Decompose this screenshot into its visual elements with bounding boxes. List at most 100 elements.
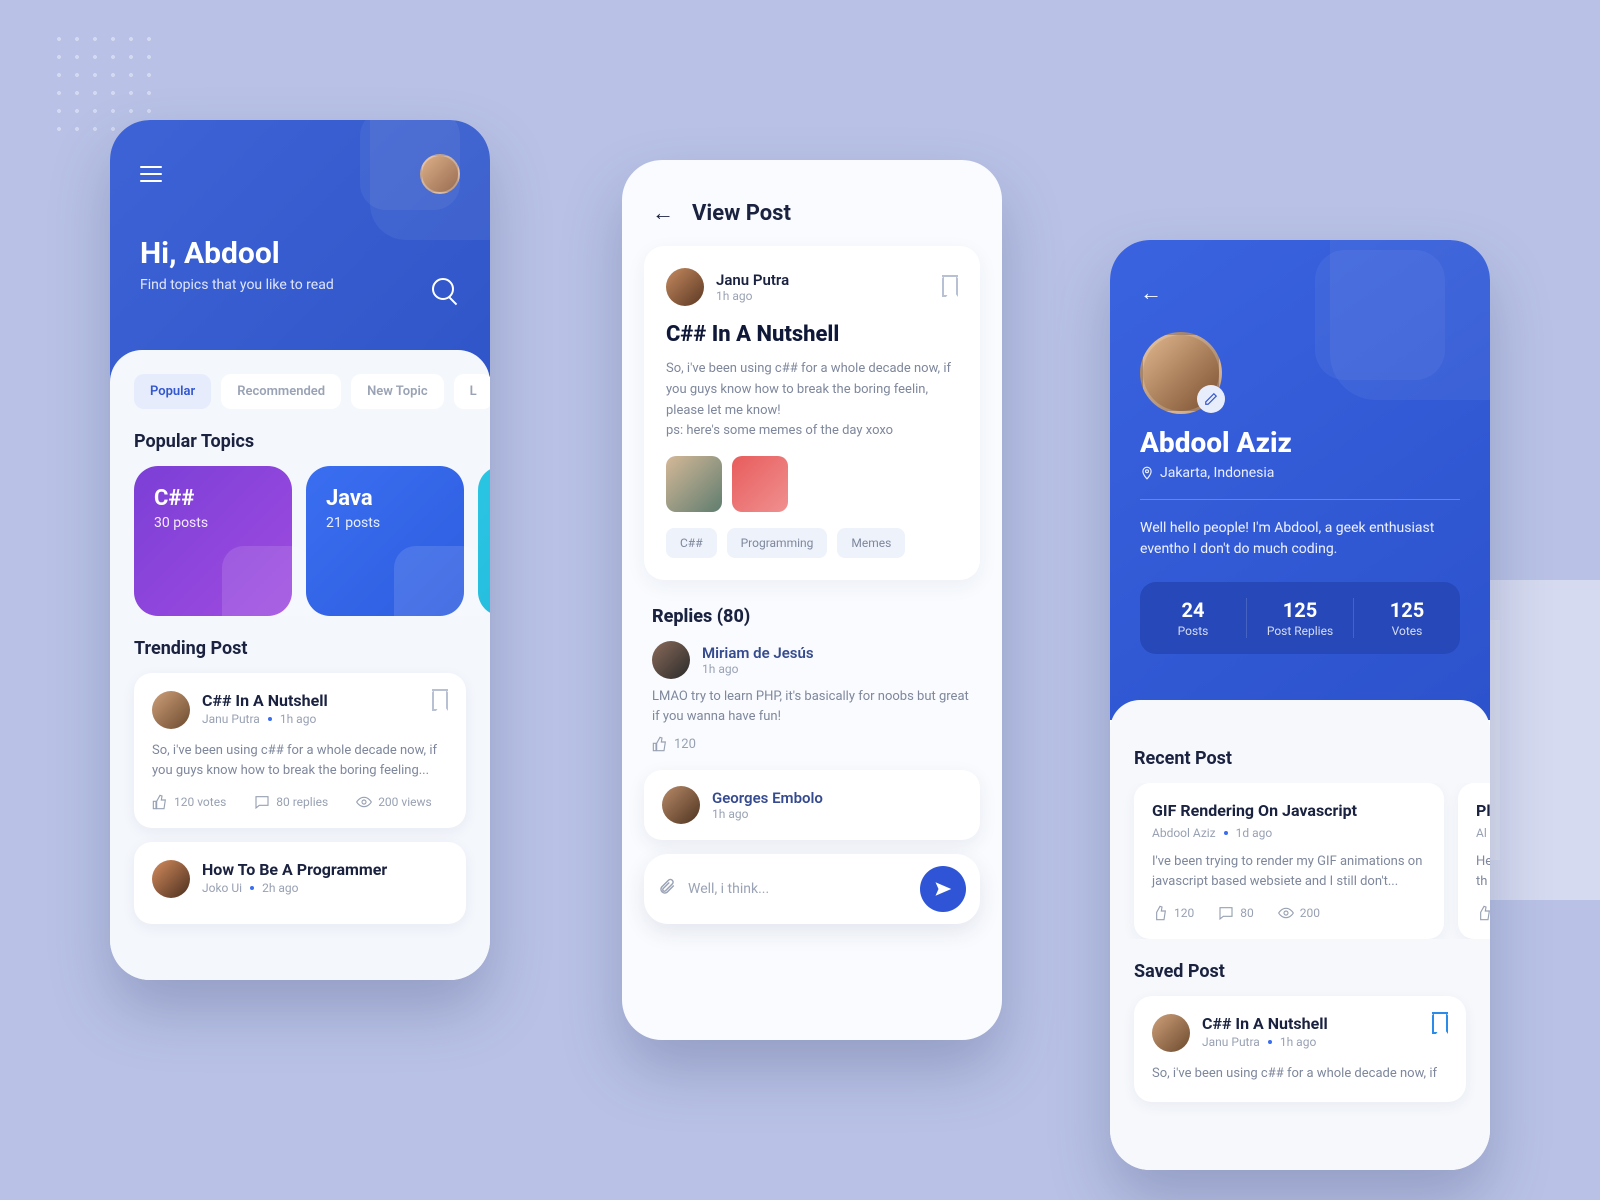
replies-stat: 80 replies: [254, 794, 328, 810]
attachment-icon[interactable]: [658, 878, 676, 901]
author-avatar: [1152, 1014, 1190, 1052]
comment-icon: [1218, 905, 1234, 921]
votes-stat: 120: [1152, 905, 1194, 921]
votes-stat: 120 votes: [152, 794, 226, 810]
post-title: C## In A Nutshell: [202, 691, 420, 710]
topic-name: C##: [154, 486, 272, 511]
tab-recommended[interactable]: Recommended: [221, 374, 341, 409]
post-title: C## In A Nutshell: [1202, 1014, 1420, 1033]
location-icon: [1140, 466, 1154, 480]
tag[interactable]: Programming: [727, 528, 828, 558]
thumb-up-icon: [1152, 905, 1168, 921]
reply-author: Miriam de Jesús: [702, 644, 814, 662]
post-time: 1h ago: [1280, 1035, 1316, 1049]
menu-icon[interactable]: [140, 166, 162, 182]
post-time: 2h ago: [262, 881, 298, 895]
topic-name: Java: [326, 486, 444, 511]
tab-popular[interactable]: Popular: [134, 374, 211, 409]
topic-card-java[interactable]: Java 21 posts: [306, 466, 464, 616]
reply-author: Georges Embolo: [712, 789, 823, 807]
eye-icon: [1278, 905, 1294, 921]
edit-icon[interactable]: [1197, 385, 1225, 413]
like-button[interactable]: 120: [652, 736, 972, 752]
subtitle: Find topics that you like to read: [140, 277, 460, 293]
replies-stat: 80: [1218, 905, 1254, 921]
greeting: Hi, Abdool: [140, 236, 460, 271]
send-button[interactable]: [920, 866, 966, 912]
post-excerpt: So, i've been using c## for a whole deca…: [152, 741, 448, 780]
bookmark-icon[interactable]: [942, 277, 958, 297]
profile-location: Jakarta, Indonesia: [1140, 465, 1460, 481]
category-tabs: Popular Recommended New Topic L: [110, 374, 490, 409]
stat-posts[interactable]: 24 Posts: [1140, 598, 1247, 638]
stat-votes[interactable]: 125 Votes: [1354, 598, 1460, 638]
author-avatar: [152, 860, 190, 898]
tag[interactable]: Memes: [837, 528, 905, 558]
comment-icon: [254, 794, 270, 810]
post-time: 1d ago: [1236, 826, 1273, 840]
thumb-up-icon: [652, 736, 668, 752]
views-stat: 200: [1278, 905, 1320, 921]
profile-name: Abdool Aziz: [1140, 426, 1460, 459]
author-avatar: [152, 691, 190, 729]
bookmark-icon[interactable]: [1432, 1014, 1448, 1034]
recent-post-card[interactable]: Pl Al He th: [1458, 783, 1490, 939]
reply-input[interactable]: Well, i think...: [688, 881, 908, 897]
reply-avatar: [662, 786, 700, 824]
view-post-screen: ← View Post Janu Putra 1h ago C## In A N…: [622, 160, 1002, 1040]
search-icon[interactable]: [432, 278, 454, 300]
profile-avatar[interactable]: [1140, 332, 1222, 414]
post-author: Joko Ui: [202, 881, 242, 895]
thumb-up-icon: [1476, 905, 1490, 921]
post-author: Janu Putra: [202, 712, 260, 726]
eye-icon: [356, 794, 372, 810]
tab-more[interactable]: L: [454, 374, 490, 409]
back-arrow-icon[interactable]: ←: [652, 200, 674, 226]
post-time: 1h ago: [716, 289, 930, 303]
post-detail-card: Janu Putra 1h ago C## In A Nutshell So, …: [644, 246, 980, 580]
topic-count: 30 posts: [154, 515, 272, 531]
reply-time: 1h ago: [702, 662, 814, 676]
popular-topics-heading: Popular Topics: [110, 409, 490, 466]
post-image[interactable]: [666, 456, 722, 512]
replies-heading: Replies (80): [622, 580, 1002, 641]
reply-time: 1h ago: [712, 807, 823, 821]
post-title: How To Be A Programmer: [202, 860, 387, 879]
post-author: Janu Putra: [1202, 1035, 1260, 1049]
tag[interactable]: C##: [666, 528, 717, 558]
page-title: View Post: [692, 201, 791, 226]
post-title: GIF Rendering On Javascript: [1152, 801, 1426, 820]
topic-card-more[interactable]: [478, 466, 490, 616]
post-title: C## In A Nutshell: [666, 322, 958, 347]
post-body: So, i've been using c## for a whole deca…: [666, 359, 958, 442]
post-excerpt: I've been trying to render my GIF animat…: [1152, 852, 1426, 891]
profile-stats: 24 Posts 125 Post Replies 125 Votes: [1140, 582, 1460, 654]
bookmark-icon[interactable]: [432, 691, 448, 711]
reply-item: Miriam de Jesús 1h ago LMAO try to learn…: [622, 641, 1002, 770]
topic-count: 21 posts: [326, 515, 444, 531]
reply-item[interactable]: Georges Embolo 1h ago: [644, 770, 980, 840]
views-stat: 200 views: [356, 794, 432, 810]
saved-post-card[interactable]: C## In A Nutshell Janu Putra 1h ago So, …: [1134, 996, 1466, 1102]
post-image[interactable]: [732, 456, 788, 512]
topic-card-csharp[interactable]: C## 30 posts: [134, 466, 292, 616]
post-card[interactable]: How To Be A Programmer Joko Ui 2h ago: [134, 842, 466, 924]
trending-post-card[interactable]: C## In A Nutshell Janu Putra 1h ago So, …: [134, 673, 466, 828]
home-screen: Hi, Abdool Find topics that you like to …: [110, 120, 490, 980]
post-excerpt: So, i've been using c## for a whole deca…: [1152, 1064, 1448, 1084]
reply-avatar[interactable]: [652, 641, 690, 679]
post-time: 1h ago: [280, 712, 316, 726]
profile-bio: Well hello people! I'm Abdool, a geek en…: [1140, 518, 1460, 560]
reply-body: LMAO try to learn PHP, it's basically fo…: [652, 687, 972, 726]
reply-composer: Well, i think...: [644, 854, 980, 924]
saved-post-heading: Saved Post: [1110, 939, 1490, 996]
tab-new-topic[interactable]: New Topic: [351, 374, 444, 409]
recent-post-card[interactable]: GIF Rendering On Javascript Abdool Aziz …: [1134, 783, 1444, 939]
recent-post-heading: Recent Post: [1110, 726, 1490, 783]
stat-replies[interactable]: 125 Post Replies: [1247, 598, 1354, 638]
author-avatar[interactable]: [666, 268, 704, 306]
author-name: Janu Putra: [716, 271, 930, 289]
profile-screen: ← Abdool Aziz Jakarta, Indonesia Well he…: [1110, 240, 1490, 1170]
post-author: Abdool Aziz: [1152, 826, 1216, 840]
post-title: Pl: [1476, 801, 1490, 820]
